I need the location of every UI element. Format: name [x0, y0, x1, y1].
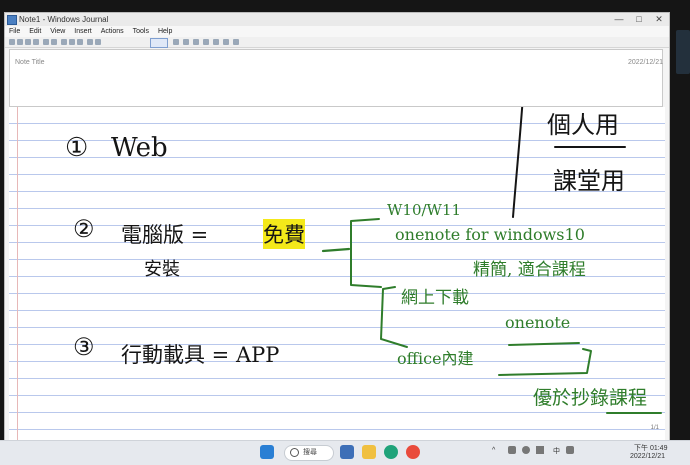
maximize-button[interactable]: □ [629, 13, 649, 26]
battery-icon[interactable] [536, 446, 544, 454]
close-button[interactable]: ✕ [649, 13, 669, 26]
paste-icon[interactable] [77, 39, 83, 45]
new-note-icon[interactable] [9, 39, 15, 45]
network-icon[interactable] [508, 446, 516, 454]
insert-space-icon[interactable] [213, 39, 219, 45]
selection-icon[interactable] [193, 39, 199, 45]
taskbar: 搜尋 ^ 中 下午 01:49 2022/12/21 [0, 440, 690, 465]
note-title-label: Note Title [15, 59, 45, 66]
menu-file[interactable]: File [9, 26, 20, 37]
menu-tools[interactable]: Tools [133, 26, 149, 37]
toolbar [5, 37, 669, 48]
note-title-area[interactable] [9, 49, 663, 107]
divider-stroke [512, 107, 524, 218]
menu-bar: File Edit View Insert Actions Tools Help [5, 26, 669, 37]
note-date: 2022/12/21 [627, 59, 663, 66]
window-title: Note1 - Windows Journal [19, 15, 109, 24]
page-number: 1/1 [650, 425, 659, 431]
title-bar: Note1 - Windows Journal — □ ✕ [5, 13, 669, 26]
edge-browser-icon[interactable] [384, 445, 398, 459]
taskbar-search[interactable]: 搜尋 [284, 445, 334, 461]
right-bracket-stroke [498, 348, 592, 376]
print-icon[interactable] [33, 39, 39, 45]
journal-app-icon [7, 15, 17, 25]
menu-view[interactable]: View [50, 26, 65, 37]
pointer-icon[interactable] [233, 39, 239, 45]
branch-bracket-stroke [350, 218, 382, 288]
windows-start-icon[interactable] [260, 445, 274, 459]
save-icon[interactable] [25, 39, 31, 45]
menu-help[interactable]: Help [158, 26, 172, 37]
note-paper[interactable]: ① Web ② 電腦版 = 免費 安裝 ③ 行動載具 = APP 個人用 課堂用… [9, 107, 665, 441]
input-mode-icon[interactable] [566, 446, 574, 454]
ime-indicator[interactable]: 中 [553, 446, 560, 456]
redo-icon[interactable] [95, 39, 101, 45]
item2-dash-stroke [321, 247, 351, 253]
journal-window: Note1 - Windows Journal — □ ✕ File Edit … [4, 12, 670, 442]
menu-edit[interactable]: Edit [29, 26, 41, 37]
menu-actions[interactable]: Actions [101, 26, 124, 37]
open-icon[interactable] [17, 39, 23, 45]
undo-icon[interactable] [87, 39, 93, 45]
volume-icon[interactable] [522, 446, 530, 454]
onenote-dash-stroke [508, 342, 580, 346]
minimize-button[interactable]: — [609, 13, 629, 26]
ink-strokes [321, 107, 662, 414]
journal-taskbar-icon[interactable] [340, 445, 354, 459]
lower-bracket-stroke [380, 286, 408, 348]
lasso-icon[interactable] [203, 39, 209, 45]
menu-insert[interactable]: Insert [74, 26, 92, 37]
pen-tool-icon[interactable] [150, 38, 168, 48]
email-icon[interactable] [43, 39, 49, 45]
search-text: 搜尋 [303, 449, 317, 456]
highlighter-icon[interactable] [173, 39, 179, 45]
eraser-icon[interactable] [183, 39, 189, 45]
cut-icon[interactable] [61, 39, 67, 45]
find-icon[interactable] [51, 39, 57, 45]
chrome-browser-icon[interactable] [406, 445, 420, 459]
tray-overflow-icon[interactable]: ^ [492, 447, 495, 454]
clock-date[interactable]: 2022/12/21 [630, 453, 665, 460]
copy-icon[interactable] [69, 39, 75, 45]
clock-time[interactable]: 下午 01:49 [634, 443, 667, 453]
side-panel-edge [676, 30, 690, 74]
file-explorer-icon[interactable] [362, 445, 376, 459]
flag-icon[interactable] [223, 39, 229, 45]
search-icon [290, 448, 299, 457]
